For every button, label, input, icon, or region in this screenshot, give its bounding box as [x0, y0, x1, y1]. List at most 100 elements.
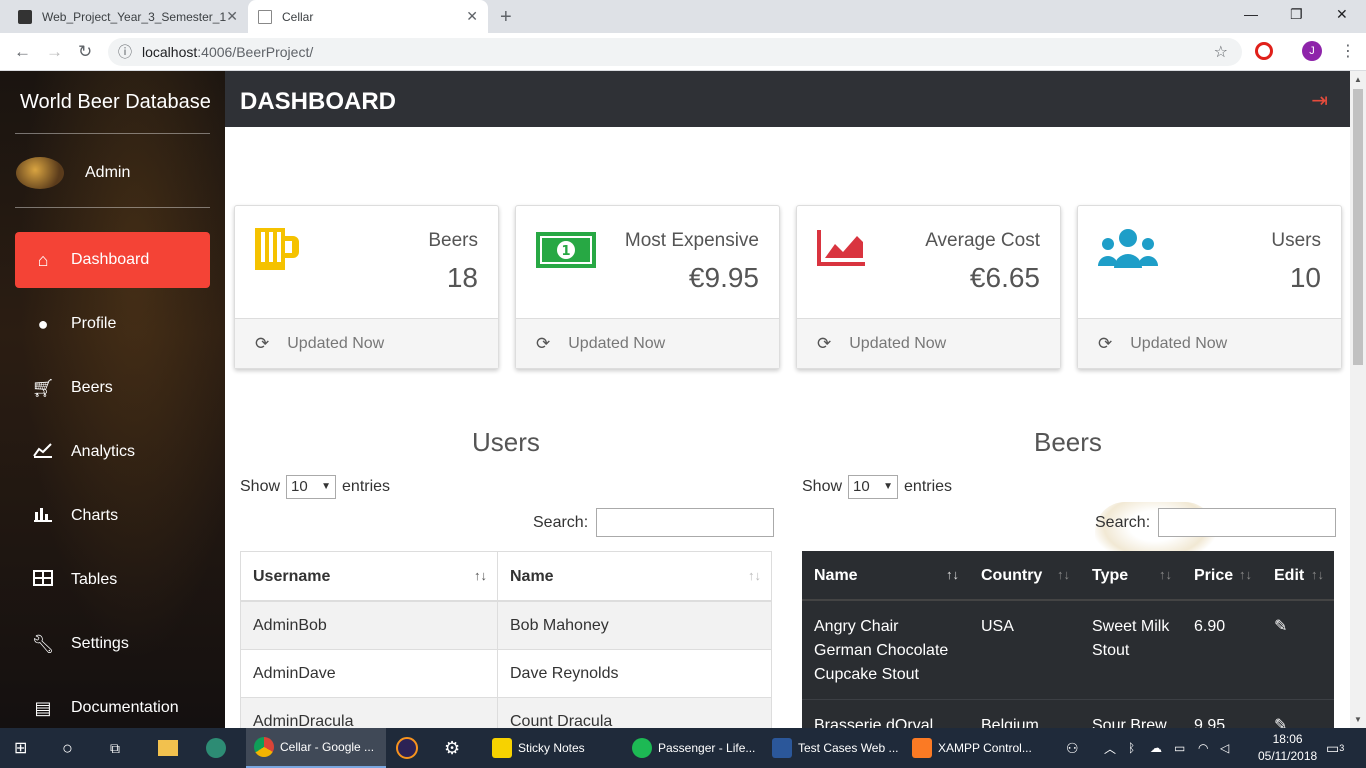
column-label: Country	[981, 567, 1043, 584]
beers-search-input[interactable]	[1158, 508, 1337, 537]
cell-country: USA	[969, 600, 1080, 700]
taskbar-app-chrome[interactable]: Cellar - Google ...	[246, 728, 386, 768]
column-header-type[interactable]: Type ↑↓	[1080, 551, 1182, 601]
battery-icon[interactable]: ▭	[1174, 728, 1185, 768]
users-search: Search:	[533, 508, 775, 537]
task-view-icon[interactable]: ⧉	[110, 728, 120, 768]
sidebar-username[interactable]: Admin	[85, 164, 130, 182]
restore-icon[interactable]: ❐	[1290, 6, 1303, 23]
card-footer-text: Updated Now	[1130, 334, 1228, 352]
table-row[interactable]: AdminBob Bob Mahoney	[240, 600, 772, 650]
beers-entries-select[interactable]: 10 ▼	[848, 475, 899, 499]
select-value: 10	[291, 478, 308, 495]
sidebar-item-profile[interactable]: ● Profile	[15, 296, 210, 352]
windows-start-icon[interactable]: ⊞	[14, 728, 27, 768]
sidebar-item-analytics[interactable]: Analytics	[15, 424, 210, 480]
card-footer-text: Updated Now	[849, 334, 947, 352]
sidebar-item-label: Profile	[71, 315, 117, 332]
browser-tab-web-project[interactable]: Web_Project_Year_3_Semester_1 ✕	[8, 0, 248, 33]
people-icon[interactable]: ⚇	[1066, 728, 1079, 768]
sidebar-item-label: Documentation	[71, 699, 179, 716]
table-row[interactable]: Brasserie dOrval Belgium Sour Brew 9.95 …	[802, 699, 1334, 728]
table-row[interactable]: AdminDracula Count Dracula	[240, 697, 772, 728]
sidebar-item-dashboard[interactable]: ⌂ Dashboard	[15, 232, 210, 288]
browser-tab-cellar[interactable]: Cellar ✕	[248, 0, 488, 33]
window-close-icon[interactable]: ✕	[1336, 6, 1348, 23]
column-header-price[interactable]: Price ↑↓	[1182, 551, 1262, 601]
card-label: Average Cost	[925, 230, 1040, 251]
column-header-name[interactable]: Name ↑↓	[802, 551, 969, 601]
forward-icon[interactable]: →	[46, 42, 63, 62]
back-icon[interactable]: ←	[14, 42, 31, 62]
table-header-row: Username ↑↓ Name ↑↓	[240, 551, 772, 602]
edit-icon[interactable]: ✎	[1262, 600, 1334, 700]
logout-icon[interactable]: ⇥	[1311, 88, 1328, 113]
scrollbar-thumb[interactable]	[1353, 89, 1363, 365]
reload-icon[interactable]: ↻	[78, 42, 92, 62]
taskbar-app-word[interactable]: Test Cases Web ...	[764, 728, 904, 768]
sidebar-item-beers[interactable]: 🛒︎ Beers	[15, 360, 210, 416]
page-title: DASHBOARD	[240, 88, 396, 115]
onedrive-icon[interactable]: ☁	[1150, 728, 1162, 768]
table-row[interactable]: AdminDave Dave Reynolds	[240, 649, 772, 698]
sort-icon: ↑↓	[1057, 567, 1070, 582]
users-entries-select[interactable]: 10 ▼	[286, 475, 337, 499]
cell-type: Sweet Milk Stout	[1080, 600, 1182, 700]
sidebar-item-settings[interactable]: 🔧︎ Settings	[15, 616, 210, 672]
url-input[interactable]: ⓘ localhost:4006/BeerProject/ ☆	[108, 38, 1242, 66]
scroll-down-icon[interactable]: ▼	[1354, 715, 1362, 724]
more-menu-icon[interactable]: ⋮	[1340, 41, 1356, 61]
table-row[interactable]: Angry Chair German Chocolate Cupcake Sto…	[802, 600, 1334, 700]
file-explorer-icon[interactable]	[158, 728, 178, 768]
user-icon: ●	[37, 313, 49, 334]
select-value: 10	[853, 478, 870, 495]
settings-gear-icon[interactable]: ⚙	[444, 728, 460, 768]
column-header-edit[interactable]: Edit ↑↓	[1262, 551, 1334, 601]
scroll-up-icon[interactable]: ▲	[1354, 75, 1362, 84]
card-value: €9.95	[688, 262, 759, 293]
sidebar-item-charts[interactable]: Charts	[15, 488, 210, 544]
new-tab-button[interactable]: +	[500, 6, 512, 29]
refresh-icon[interactable]: ⟳	[1098, 334, 1112, 354]
column-header-username[interactable]: Username ↑↓	[240, 551, 498, 602]
bookmark-star-icon[interactable]: ☆	[1214, 42, 1228, 62]
refresh-icon[interactable]: ⟳	[817, 334, 831, 354]
stat-card-average-cost: Average Cost €6.65 ⟳ Updated Now	[796, 205, 1061, 369]
bluetooth-icon[interactable]: ᛒ	[1128, 728, 1135, 768]
cell-username: AdminBob	[240, 600, 498, 650]
sidebar-item-tables[interactable]: Tables	[15, 552, 210, 608]
page-scrollbar[interactable]: ▲ ▼	[1350, 71, 1366, 728]
taskbar-app-spotify[interactable]: Passenger - Life...	[624, 728, 764, 768]
volume-icon[interactable]: ◁	[1220, 728, 1229, 768]
users-search-input[interactable]	[596, 508, 775, 537]
stat-card-beers: Beers 18 ⟳ Updated Now	[234, 205, 499, 369]
wifi-icon[interactable]: ◠	[1198, 728, 1208, 768]
info-icon[interactable]: ⓘ	[118, 42, 132, 62]
column-header-name[interactable]: Name ↑↓	[497, 551, 772, 602]
taskbar-clock[interactable]: 18:06 05/11/2018	[1258, 731, 1317, 765]
refresh-icon[interactable]: ⟳	[536, 334, 550, 354]
cell-price: 9.95	[1182, 699, 1262, 728]
cortana-search-icon[interactable]: ○	[62, 728, 73, 768]
git-client-icon[interactable]	[206, 728, 226, 768]
search-label: Search:	[1095, 513, 1151, 531]
edit-icon[interactable]: ✎	[1262, 699, 1334, 728]
taskbar-app-sticky-notes[interactable]: Sticky Notes	[484, 728, 624, 768]
close-icon[interactable]: ✕	[226, 8, 238, 25]
notifications-icon[interactable]: ▭ 3	[1326, 728, 1344, 768]
sidebar-item-documentation[interactable]: ▤ Documentation	[15, 680, 210, 728]
users-section-title: Users	[472, 427, 540, 457]
refresh-icon[interactable]: ⟳	[255, 334, 269, 354]
taskbar-app-label: Cellar - Google ...	[280, 740, 375, 754]
close-icon[interactable]: ✕	[466, 8, 478, 25]
opera-extension-icon[interactable]	[1255, 42, 1273, 60]
sort-icon: ↑↓	[1159, 567, 1172, 582]
brand-title[interactable]: World Beer Database	[20, 91, 211, 114]
taskbar-app-xampp[interactable]: XAMPP Control...	[904, 728, 1044, 768]
eclipse-icon[interactable]	[396, 728, 418, 768]
column-header-country[interactable]: Country ↑↓	[969, 551, 1080, 601]
chevron-up-icon[interactable]: ︿	[1104, 728, 1116, 768]
minimize-icon[interactable]: —	[1244, 6, 1258, 22]
users-icon	[1098, 228, 1158, 275]
profile-avatar[interactable]: J	[1302, 41, 1322, 61]
